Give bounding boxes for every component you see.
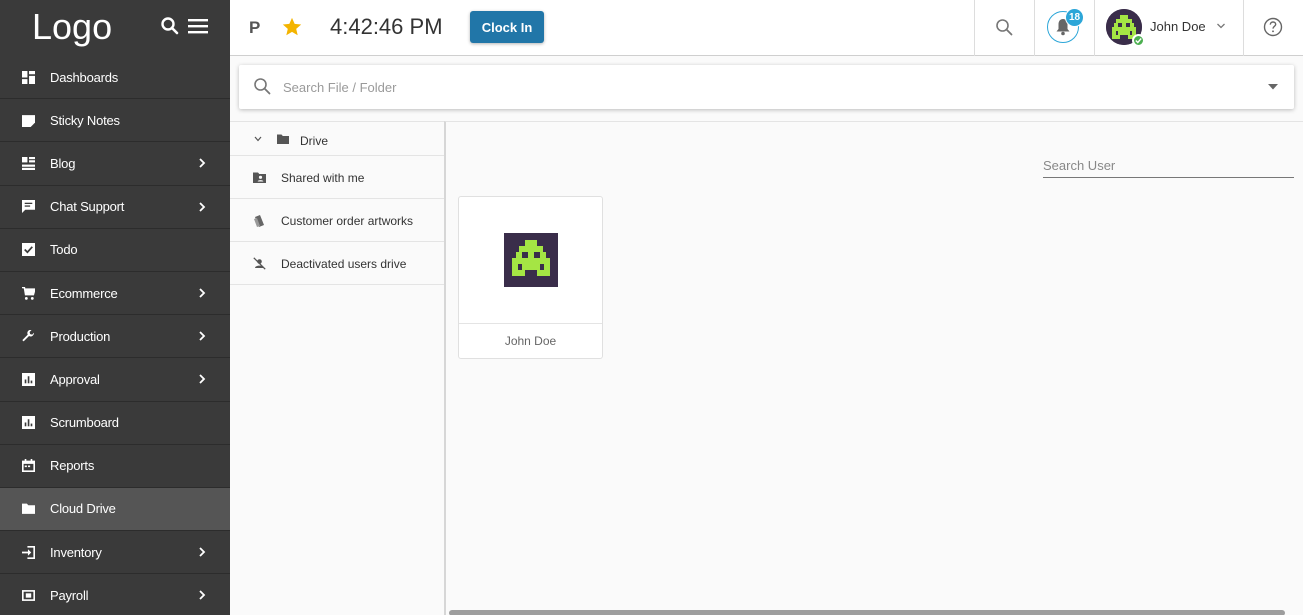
divider [1243,0,1244,56]
sidebar-item-label: Dashboards [50,69,119,85]
sidebar-item-dashboards[interactable]: Dashboards [0,56,230,100]
sidebar-item-ecommerce[interactable]: Ecommerce [0,271,230,316]
notification-badge: 18 [1065,8,1084,27]
logo[interactable]: Logo [32,6,112,48]
login-icon [22,545,35,559]
caret-down-icon[interactable] [1268,84,1278,90]
tree-item-deactivated-users-drive[interactable]: Deactivated users drive [230,242,444,285]
sidebar-item-reports[interactable]: Reports [0,444,230,488]
logo-bar: Logo [0,0,230,56]
divider [1034,0,1035,56]
sidebar-item-label: Todo [50,242,78,258]
chevron-right-icon [199,590,206,600]
search-icon[interactable] [995,18,1013,36]
chevron-right-icon [199,202,206,212]
user-card-image-area [459,197,602,324]
sidebar-item-chat-support[interactable]: Chat Support [0,185,230,229]
artwork-icon [254,215,264,227]
chevron-down-icon[interactable] [1216,22,1226,30]
pixel-invader-icon [504,233,558,287]
deactivated-user-icon [253,257,266,270]
chart-icon [22,416,35,430]
chevron-right-icon [199,158,206,169]
sidebar-nav: Dashboards Sticky Notes Blog Chat Suppor… [0,56,230,615]
chevron-right-icon [199,331,206,341]
sidebar: Logo Dashboards Sticky Notes Blog Chat S… [0,0,230,615]
wrench-icon [22,329,34,342]
sidebar-item-todo[interactable]: Todo [0,228,230,272]
file-search-bar [239,65,1294,109]
help-icon[interactable] [1263,17,1283,37]
tree-root-label: Drive [300,134,329,148]
sidebar-item-label: Reports [50,458,95,474]
folder-icon [277,134,289,144]
search-icon[interactable] [160,16,180,36]
sidebar-item-cloud-drive[interactable]: Cloud Drive [0,487,230,532]
folder-icon [22,504,35,515]
sidebar-item-approval[interactable]: Approval [0,358,230,402]
tree-item-label: Customer order artworks [281,214,414,228]
checkbox-icon [22,243,35,257]
user-name[interactable]: John Doe [1150,19,1206,34]
sidebar-item-label: Scrumboard [50,415,119,431]
horizontal-scrollbar[interactable] [449,610,1285,615]
tree-item-customer-order-artworks[interactable]: Customer order artworks [230,199,444,242]
chevron-down-icon[interactable] [254,136,262,142]
blog-icon [22,156,35,170]
search-icon [254,78,271,95]
chat-icon [22,200,35,214]
sidebar-item-label: Cloud Drive [50,501,116,517]
shared-folder-icon [253,172,266,183]
divider [974,0,975,56]
user-card-name: John Doe [504,334,557,348]
calendar-icon [22,459,35,473]
tree-item-label: Deactivated users drive [281,257,407,271]
sidebar-item-sticky-notes[interactable]: Sticky Notes [0,99,230,143]
tree-root-drive[interactable]: Drive [230,121,444,156]
sidebar-item-label: Sticky Notes [50,112,120,128]
sidebar-item-label: Blog [50,155,76,171]
sidebar-item-label: Production [50,328,111,344]
chevron-right-icon [199,547,206,557]
chevron-right-icon [199,374,206,385]
payroll-icon [22,589,35,601]
sidebar-item-scrumboard[interactable]: Scrumboard [0,401,230,445]
chevron-right-icon [199,288,206,298]
online-status-indicator [1132,34,1145,47]
tree-item-label: Shared with me [281,171,365,185]
clock-in-button[interactable]: Clock In [470,11,544,43]
file-search-input[interactable] [283,75,1183,99]
sidebar-item-label: Payroll [50,587,89,603]
star-icon[interactable] [281,16,303,38]
sticky-note-icon [22,114,35,127]
topbar: P 4:42:46 PM Clock In 18 John Doe [230,0,1303,56]
profile-initial[interactable]: P [249,18,260,38]
sidebar-item-payroll[interactable]: Payroll [0,574,230,615]
divider [1094,0,1095,56]
sidebar-item-label: Chat Support [50,199,125,215]
user-card[interactable]: John Doe [458,196,603,359]
sidebar-item-label: Approval [50,371,100,387]
menu-icon[interactable] [188,18,208,34]
check-icon [1135,38,1142,44]
user-avatar [504,233,558,287]
sidebar-item-label: Inventory [50,544,102,560]
tree-item-shared-with-me[interactable]: Shared with me [230,156,444,199]
drive-content-panel: John Doe [444,121,1303,615]
user-search-input[interactable] [1043,154,1294,178]
sidebar-item-inventory[interactable]: Inventory [0,531,230,575]
cart-icon [22,286,35,300]
sidebar-item-production[interactable]: Production [0,315,230,359]
dashboard-icon [22,70,35,84]
sidebar-item-blog[interactable]: Blog [0,142,230,186]
sidebar-item-label: Ecommerce [50,285,118,301]
clock-time: 4:42:46 PM [330,14,443,39]
drive-tree: Drive Shared with me Customer order artw… [230,121,444,615]
chart-icon [22,372,35,386]
